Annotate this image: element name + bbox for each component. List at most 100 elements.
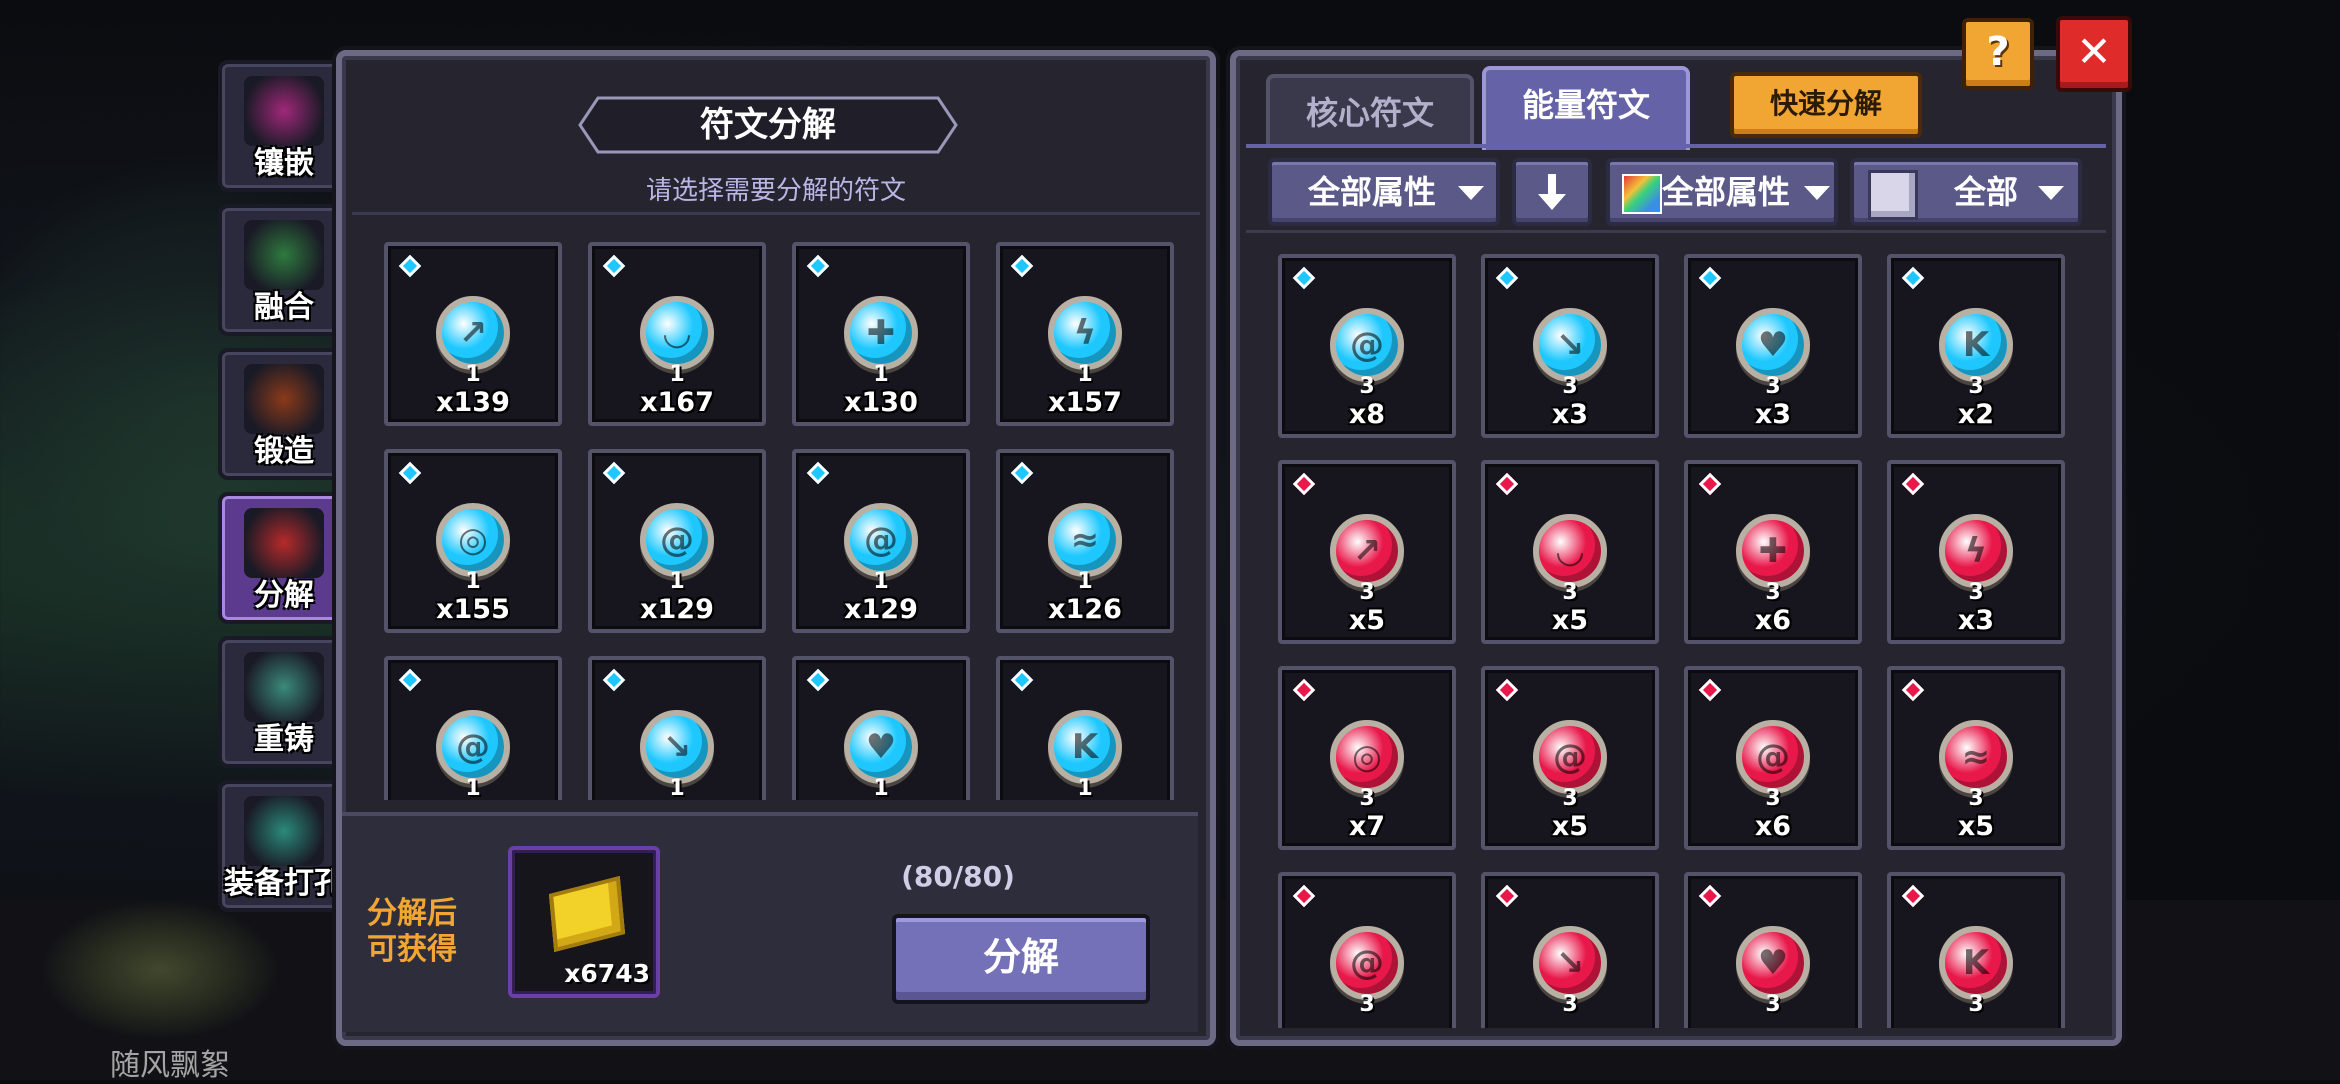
- rarity-gem-icon: [1698, 472, 1722, 496]
- side-tab-4[interactable]: 分解: [218, 492, 350, 624]
- rune-level: 3: [1562, 992, 1578, 1017]
- rune-slot[interactable]: ↘ 3: [1481, 872, 1659, 1028]
- rune-slot[interactable]: ◡ 3 x5: [1481, 460, 1659, 644]
- rune-count: x129: [844, 594, 918, 625]
- rarity-gem-icon: [1292, 678, 1316, 702]
- rune-count: x139: [436, 387, 510, 418]
- rune-level: 3: [1359, 374, 1375, 399]
- rune-slot[interactable]: ◡ 1 x167: [588, 242, 766, 426]
- side-tab-label: 重铸: [254, 722, 314, 757]
- rune-glyph: ♥: [865, 727, 897, 767]
- side-tab-6[interactable]: 装备打孔: [218, 780, 350, 912]
- rarity-gem-icon: [1292, 884, 1316, 908]
- rarity-gem-icon: [1010, 254, 1034, 278]
- help-button[interactable]: ?: [1962, 18, 2034, 90]
- rune-glyph: @: [1350, 943, 1384, 983]
- rune-glyph: ↗: [1352, 531, 1382, 571]
- rune-orb-icon: ◎: [436, 503, 510, 577]
- rune-level: 3: [1359, 580, 1375, 605]
- rune-count: x167: [640, 387, 714, 418]
- rune-slot[interactable]: ϟ 1 x157: [996, 242, 1174, 426]
- rune-count: x129: [640, 594, 714, 625]
- rune-glyph: ◎: [1352, 737, 1382, 777]
- reward-item-slot: x6743: [508, 846, 660, 998]
- rune-slot[interactable]: ♥ 1: [792, 656, 970, 800]
- rune-count: x5: [1551, 811, 1589, 842]
- rune-inventory-panel: 核心符文 能量符文 快速分解 全部属性 全部属性 全部 @3 x8 ↘ 3 x3 ♥ 3 x3…: [1230, 50, 2122, 1046]
- side-tab-3[interactable]: 锻造: [218, 348, 350, 480]
- rune-slot[interactable]: @1 x129: [792, 449, 970, 633]
- rune-count: x3: [1754, 399, 1792, 430]
- rune-slot[interactable]: ↗ 3 x5: [1278, 460, 1456, 644]
- rune-level: 3: [1765, 786, 1781, 811]
- rune-glyph: ✚: [1758, 531, 1788, 571]
- background-player-name: 随风飘絮: [110, 1048, 230, 1083]
- rune-glyph: ♥: [1757, 325, 1789, 365]
- rune-slot[interactable]: ≈3 x5: [1887, 666, 2065, 850]
- rune-orb-icon: @: [844, 503, 918, 577]
- rune-glyph: ◡: [1556, 531, 1584, 571]
- side-tab-label: 融合: [254, 290, 314, 325]
- rune-level: 1: [873, 362, 889, 387]
- rune-slot[interactable]: @3 x5: [1481, 666, 1659, 850]
- rune-level: 3: [1968, 580, 1984, 605]
- rarity-gem-icon: [602, 254, 626, 278]
- rarity-gem-icon: [806, 668, 830, 692]
- fusion-icon: [244, 220, 324, 290]
- rune-orb-icon: ↘: [1533, 926, 1607, 1000]
- side-tab-1[interactable]: 镶嵌: [218, 60, 350, 192]
- rune-orb-icon: @: [640, 503, 714, 577]
- rune-glyph: @: [660, 520, 694, 560]
- rune-level: 3: [1765, 580, 1781, 605]
- rune-slot[interactable]: ◎ 3 x7: [1278, 666, 1456, 850]
- rune-level: 1: [465, 362, 481, 387]
- rune-count: x126: [1048, 594, 1122, 625]
- rune-count: x3: [1551, 399, 1589, 430]
- rune-slot[interactable]: ↘ 1: [588, 656, 766, 800]
- rarity-gem-icon: [1010, 668, 1034, 692]
- rarity-gem-icon: [1495, 678, 1519, 702]
- rarity-gem-icon: [1901, 884, 1925, 908]
- side-tab-label: 镶嵌: [254, 146, 314, 181]
- rune-slot[interactable]: @3: [1278, 872, 1456, 1028]
- rarity-gem-icon: [398, 668, 422, 692]
- rune-slot[interactable]: ✚ 1 x130: [792, 242, 970, 426]
- rune-slot[interactable]: ϟ 3 x3: [1887, 460, 2065, 644]
- crystals-icon: [244, 652, 324, 722]
- rune-slot[interactable]: @1 x129: [588, 449, 766, 633]
- rune-slot[interactable]: ♥ 3 x3: [1684, 254, 1862, 438]
- anvil-icon: [244, 364, 324, 434]
- rarity-gem-icon: [1292, 472, 1316, 496]
- decompose-button-label: 分解: [982, 935, 1059, 979]
- rune-slot[interactable]: ✚ 3 x6: [1684, 460, 1862, 644]
- rune-slot[interactable]: ◎ 1 x155: [384, 449, 562, 633]
- rune-glyph: K: [1962, 325, 1990, 365]
- rune-glyph: ↗: [458, 313, 488, 353]
- rune-orb-icon: ♥: [1736, 308, 1810, 382]
- side-tab-2[interactable]: 融合: [218, 204, 350, 336]
- rune-slot[interactable]: ≈1 x126: [996, 449, 1174, 633]
- close-button[interactable]: ✕: [2056, 16, 2132, 92]
- rune-slot[interactable]: ↗ 1 x139: [384, 242, 562, 426]
- rune-glyph: @: [1756, 737, 1790, 777]
- rune-level: 3: [1765, 992, 1781, 1017]
- rune-slot[interactable]: @3 x8: [1278, 254, 1456, 438]
- rune-slot[interactable]: @1: [384, 656, 562, 800]
- rune-level: 3: [1968, 786, 1984, 811]
- reward-label: 分解后 可获得: [367, 896, 457, 967]
- rarity-gem-icon: [1495, 884, 1519, 908]
- rarity-gem-icon: [602, 461, 626, 485]
- rune-count: x157: [1048, 387, 1122, 418]
- rune-slot[interactable]: K1: [996, 656, 1174, 800]
- rune-level: 1: [873, 776, 889, 800]
- decompose-button[interactable]: 分解: [892, 914, 1150, 1004]
- rune-slot[interactable]: @3 x6: [1684, 666, 1862, 850]
- rune-slot[interactable]: K 3 x2: [1887, 254, 2065, 438]
- rune-slot[interactable]: ♥ 3: [1684, 872, 1862, 1028]
- rune-slot[interactable]: ↘ 3 x3: [1481, 254, 1659, 438]
- rune-count: x5: [1348, 605, 1386, 636]
- rarity-gem-icon: [398, 254, 422, 278]
- rune-slot[interactable]: K3: [1887, 872, 2065, 1028]
- rune-count: x7: [1348, 811, 1386, 842]
- side-tab-5[interactable]: 重铸: [218, 636, 350, 768]
